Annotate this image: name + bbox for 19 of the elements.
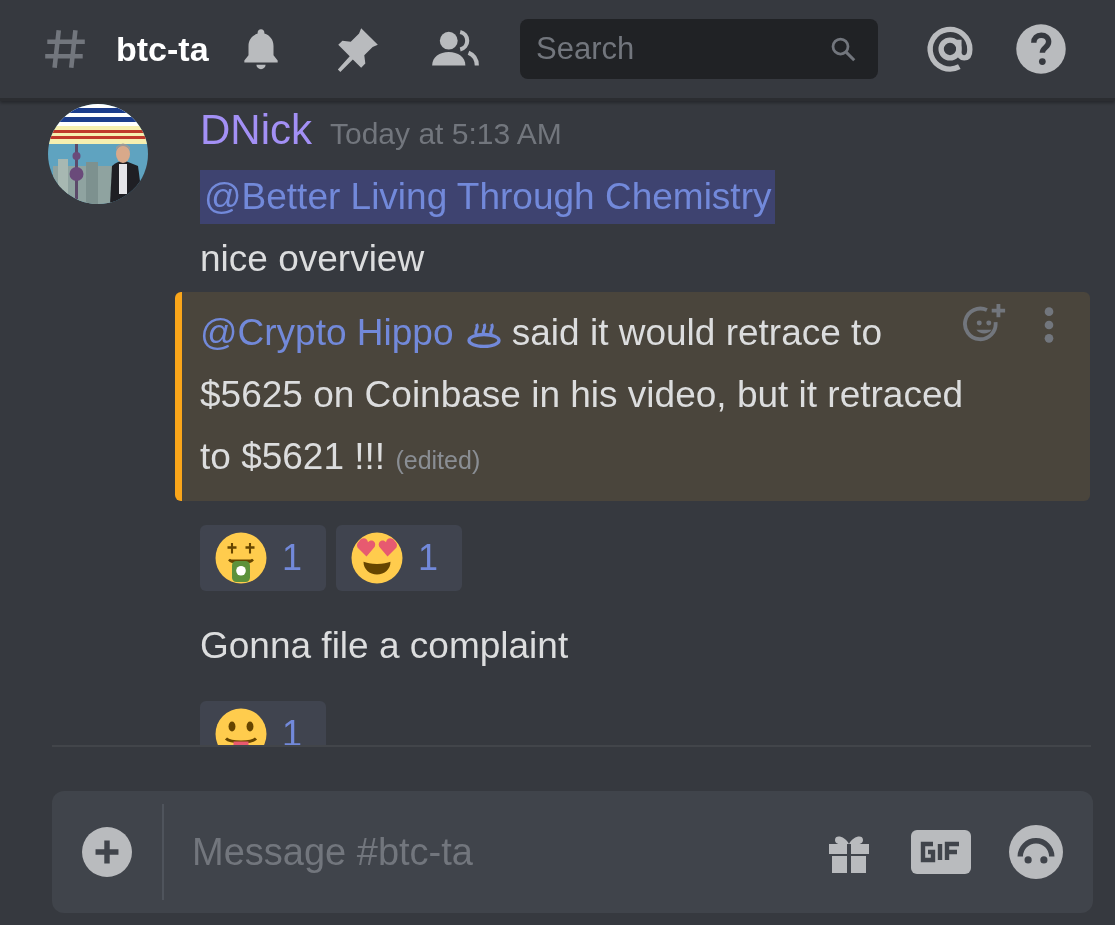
- message-text: @Crypto Hippo said it would retrace to $5625 on Coinbase in his video, but it retraced to $5621 !!! (edited): [200, 311, 965, 479]
- message-text: Gonna file a complaint: [200, 625, 569, 667]
- message-text: nice overview: [200, 238, 425, 280]
- mention-link[interactable]: @Crypto Hippo: [200, 312, 454, 353]
- reaction-chip[interactable]: 1: [336, 525, 463, 591]
- channel-name: btc-ta: [116, 29, 210, 69]
- heart-eyes-icon: [350, 531, 405, 585]
- search-field[interactable]: Search: [520, 19, 878, 79]
- edited-label: (edited): [395, 446, 481, 474]
- reaction-chip[interactable]: 1: [200, 525, 327, 591]
- emoji-face-icon[interactable]: [1009, 825, 1063, 879]
- money-face-icon: [214, 531, 268, 585]
- mention-link[interactable]: @Better Living Through Chemistry: [200, 170, 776, 224]
- tongue-face-icon: [214, 707, 268, 745]
- timestamp: Today at 5:13 AM: [330, 117, 562, 151]
- username[interactable]: DNick: [200, 106, 312, 154]
- plus-icon[interactable]: [82, 827, 132, 877]
- gif-icon[interactable]: [911, 830, 971, 874]
- help-icon[interactable]: [1014, 22, 1068, 76]
